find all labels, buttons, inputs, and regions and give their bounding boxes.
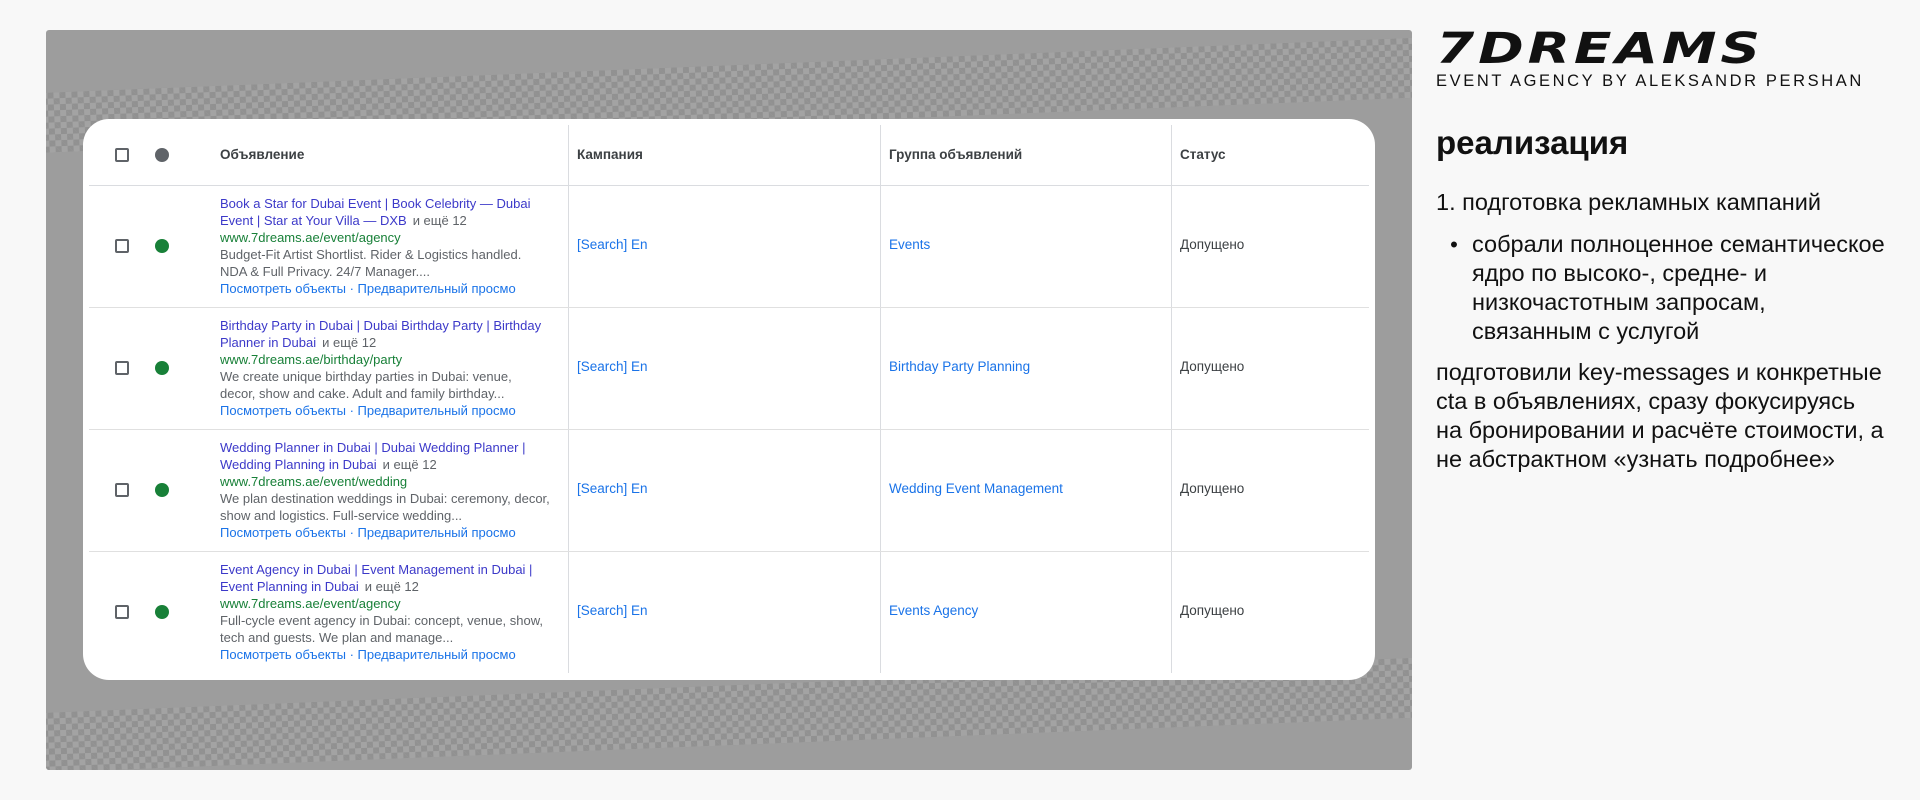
- status-enabled-icon: [155, 483, 169, 497]
- ad-group-link[interactable]: Events: [889, 237, 930, 252]
- screenshot-panel: Объявление Кампания Группа объявлений Ст…: [46, 30, 1412, 770]
- status-enabled-icon: [155, 361, 169, 375]
- ad-preview-links[interactable]: Посмотреть объекты · Предварительный про…: [220, 646, 550, 663]
- status-text: Допущено: [1180, 481, 1245, 496]
- campaign-link[interactable]: [Search] En: [577, 237, 648, 252]
- table-row: Wedding Planner in Dubai | Dubai Wedding…: [89, 430, 1369, 552]
- select-all-checkbox[interactable]: [115, 148, 129, 162]
- status-text: Допущено: [1180, 359, 1245, 374]
- status-text: Допущено: [1180, 603, 1245, 618]
- ad-url: www.7dreams.ae/event/agency: [220, 230, 401, 245]
- header-ad[interactable]: Объявление: [220, 147, 304, 162]
- ad-preview: Wedding Planner in Dubai | Dubai Wedding…: [220, 439, 550, 541]
- ad-description: Budget-Fit Artist Shortlist. Rider & Log…: [220, 247, 522, 279]
- ad-headline[interactable]: Birthday Party in Dubai | Dubai Birthday…: [220, 318, 541, 350]
- ad-more-count: и ещё 12: [364, 579, 419, 594]
- ad-group-link[interactable]: Wedding Event Management: [889, 481, 1063, 496]
- ad-more-count: и ещё 12: [412, 213, 467, 228]
- logo-wordmark: 7DREAMS: [1436, 24, 1764, 74]
- campaign-link[interactable]: [Search] En: [577, 603, 648, 618]
- ad-url: www.7dreams.ae/event/wedding: [220, 474, 408, 489]
- ad-group-link[interactable]: Events Agency: [889, 603, 978, 618]
- ad-more-count: и ещё 12: [382, 457, 437, 472]
- table-header: Объявление Кампания Группа объявлений Ст…: [89, 125, 1369, 186]
- ads-table-card: Объявление Кампания Группа объявлений Ст…: [83, 119, 1375, 680]
- ad-description: We plan destination weddings in Dubai: c…: [220, 491, 550, 523]
- bullet-mark: •: [1450, 232, 1458, 257]
- row-checkbox[interactable]: [115, 239, 129, 253]
- table-row: Book a Star for Dubai Event | Book Celeb…: [89, 186, 1369, 308]
- status-enabled-icon: [155, 605, 169, 619]
- logo-tagline: EVENT AGENCY BY ALEKSANDR PERSHAN: [1436, 72, 1864, 90]
- section-heading: реализация: [1436, 124, 1629, 161]
- table-row: Event Agency in Dubai | Event Management…: [89, 552, 1369, 673]
- bullet-text: собрали полноценное семантическое ядро п…: [1472, 231, 1885, 344]
- ad-preview-links[interactable]: Посмотреть объекты · Предварительный про…: [220, 524, 550, 541]
- row-checkbox[interactable]: [115, 483, 129, 497]
- campaign-link[interactable]: [Search] En: [577, 481, 648, 496]
- row-checkbox[interactable]: [115, 361, 129, 375]
- status-enabled-icon: [155, 239, 169, 253]
- ad-description: We create unique birthday parties in Dub…: [220, 369, 512, 401]
- table-row: Birthday Party in Dubai | Dubai Birthday…: [89, 308, 1369, 430]
- campaign-link[interactable]: [Search] En: [577, 359, 648, 374]
- brand-logo: 7DREAMS EVENT AGENCY BY ALEKSANDR PERSHA…: [1436, 28, 1864, 91]
- ad-preview: Book a Star for Dubai Event | Book Celeb…: [220, 195, 550, 297]
- ad-group-link[interactable]: Birthday Party Planning: [889, 359, 1030, 374]
- status-filter-icon[interactable]: [155, 148, 169, 162]
- row-checkbox[interactable]: [115, 605, 129, 619]
- header-ad-group[interactable]: Группа объявлений: [889, 147, 1022, 162]
- ad-preview: Birthday Party in Dubai | Dubai Birthday…: [220, 317, 550, 419]
- step-item: 1. подготовка рекламных кампаний: [1436, 189, 1821, 215]
- ad-preview-links[interactable]: Посмотреть объекты · Предварительный про…: [220, 402, 550, 419]
- ads-table: Объявление Кампания Группа объявлений Ст…: [89, 125, 1369, 673]
- header-status[interactable]: Статус: [1180, 147, 1226, 162]
- ad-url: www.7dreams.ae/event/agency: [220, 596, 401, 611]
- ad-more-count: и ещё 12: [322, 335, 377, 350]
- bullet-item: • собрали полноценное семантическое ядро…: [1436, 230, 1886, 346]
- ad-description: Full-cycle event agency in Dubai: concep…: [220, 613, 544, 645]
- status-text: Допущено: [1180, 237, 1245, 252]
- header-campaign[interactable]: Кампания: [577, 147, 643, 162]
- ad-headline[interactable]: Book a Star for Dubai Event | Book Celeb…: [220, 196, 530, 228]
- ad-preview: Event Agency in Dubai | Event Management…: [220, 561, 550, 663]
- ad-url: www.7dreams.ae/birthday/party: [220, 352, 403, 367]
- description-paragraph: подготовили key-messages и конкретные ct…: [1436, 359, 1884, 472]
- ad-preview-links[interactable]: Посмотреть объекты · Предварительный про…: [220, 280, 550, 297]
- ad-headline[interactable]: Wedding Planner in Dubai | Dubai Wedding…: [220, 440, 525, 472]
